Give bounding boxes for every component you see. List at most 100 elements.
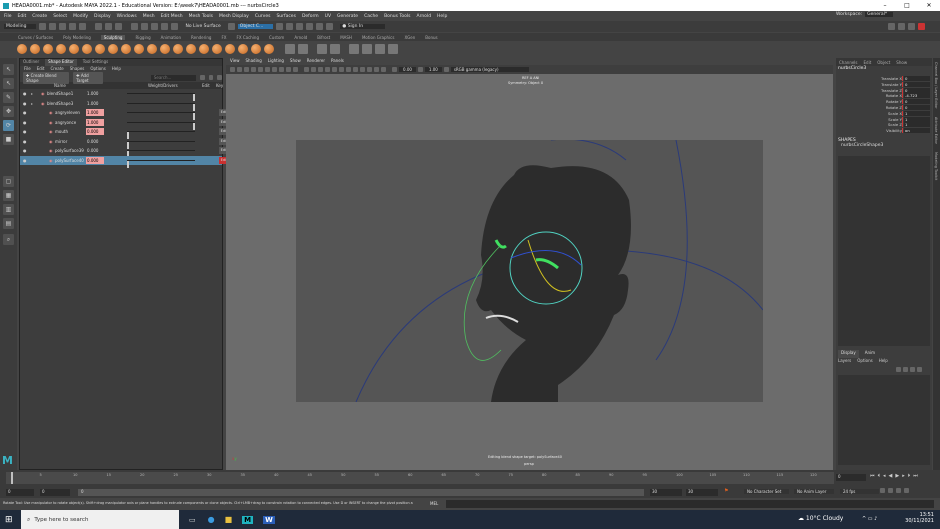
maya-taskbar-icon[interactable]: M	[242, 515, 254, 524]
undo-icon[interactable]	[69, 23, 77, 30]
blend-shape-row[interactable]: ● ◉ angryeleven 1.000 Edit	[20, 108, 237, 120]
end-time-field[interactable]: 30	[686, 489, 718, 496]
shelf-tab-arnold[interactable]: Arnold	[294, 35, 307, 40]
weight-field[interactable]: 0.000	[86, 137, 104, 145]
isolate-select-icon[interactable]	[367, 67, 372, 72]
render-icon[interactable]	[276, 23, 284, 30]
refresh-icon[interactable]	[208, 75, 214, 80]
channel-tab-show[interactable]: Show	[896, 60, 907, 65]
shadows-icon[interactable]	[339, 67, 344, 72]
shelf-tab-rigging[interactable]: Rigging	[135, 35, 150, 40]
bookmark-icon[interactable]	[244, 67, 249, 72]
sign-in-dropdown[interactable]: ● Sign In	[340, 24, 386, 29]
anim-layer-dropdown[interactable]: No Anim Layer	[794, 489, 835, 494]
snap-point-icon[interactable]	[151, 23, 159, 30]
menu-uv[interactable]: UV	[325, 14, 331, 19]
shelf-tab-rendering[interactable]: Rendering	[191, 35, 211, 40]
taskbar-search[interactable]: ⌕ Type here to search	[21, 510, 179, 529]
menu-edit-mesh[interactable]: Edit Mesh	[161, 14, 183, 19]
blend-shape-icon[interactable]	[317, 44, 327, 54]
shelf-tab-animation[interactable]: Animation	[161, 35, 181, 40]
weight-field[interactable]: 0.000	[86, 156, 104, 164]
channel-attr-value[interactable]: 0	[904, 76, 930, 81]
play-forward-icon[interactable]: ▶	[895, 473, 899, 479]
channel-tab-channels[interactable]: Channels	[839, 60, 858, 65]
hypershade-icon[interactable]	[306, 23, 314, 30]
channel-attr-value[interactable]: 0	[904, 87, 930, 93]
select-object-icon[interactable]	[105, 23, 113, 30]
new-layer-selected-icon[interactable]	[917, 367, 922, 372]
snap-view-icon[interactable]	[161, 23, 169, 30]
smooth-brush-icon[interactable]	[30, 44, 40, 54]
workspace-value[interactable]: General*	[865, 12, 894, 17]
attribute-editor-icon[interactable]	[898, 23, 905, 30]
layer-icon[interactable]	[362, 44, 372, 54]
lasso-tool-icon[interactable]: ↖	[3, 78, 14, 89]
timeline-track[interactable]: 5 10 15 20 25 30 35 40 45 50 55 60 65 70 75 80 85 90 95 100…	[6, 472, 834, 484]
field-chart-icon[interactable]	[286, 67, 291, 72]
menu-arnold[interactable]: Arnold	[416, 14, 431, 19]
tab-attribute-editor[interactable]: Attribute Editor	[934, 117, 938, 144]
slider-handle[interactable]	[127, 160, 129, 168]
imprint-brush-icon[interactable]	[134, 44, 144, 54]
menu-create[interactable]: Create	[32, 14, 47, 19]
weight-slider[interactable]	[127, 131, 195, 139]
weight-slider[interactable]	[127, 93, 195, 101]
symmetry-icon[interactable]	[227, 23, 235, 30]
smooth-shade-icon[interactable]	[311, 67, 316, 72]
blend-shape-row[interactable]: ● ◉ polySurface39 0.000 Edit	[20, 146, 229, 158]
four-view-icon[interactable]: ▦	[3, 190, 14, 201]
colorspace-dropdown[interactable]: sRGB gamma (legacy)	[450, 67, 529, 72]
step-back-key-icon[interactable]: ◂	[883, 473, 886, 479]
go-to-end-icon[interactable]: ⏭	[913, 473, 918, 479]
shelf-tab-xgen[interactable]: XGen	[404, 35, 415, 40]
gamma-icon[interactable]	[417, 67, 423, 72]
convert-to-frozen-icon[interactable]	[285, 44, 295, 54]
create-blend-shape-button[interactable]: ✚ Create Blend Shape	[23, 71, 70, 84]
play-back-icon[interactable]: ◀	[889, 473, 893, 479]
relax-brush-icon[interactable]	[43, 44, 53, 54]
motion-blur-icon[interactable]	[353, 67, 358, 72]
viewport-menu-lighting[interactable]: Lighting	[268, 58, 284, 65]
weight-slider[interactable]	[127, 121, 195, 130]
new-scene-icon[interactable]	[39, 23, 47, 30]
weight-slider[interactable]	[127, 140, 195, 149]
shelf-tab-fx-caching[interactable]: FX Caching	[237, 35, 259, 40]
menu-select[interactable]: Select	[53, 14, 67, 19]
stencil-icon[interactable]	[388, 44, 398, 54]
weight-field[interactable]: 1.000	[86, 99, 104, 107]
redo-icon[interactable]	[79, 23, 87, 30]
channel-attr-value[interactable]: -4.723	[904, 93, 930, 99]
fps-dropdown[interactable]: 24 fps	[840, 489, 880, 494]
weather-widget[interactable]: ☁ 10°C Cloudy	[798, 515, 843, 522]
camera-attr-icon[interactable]	[237, 67, 242, 72]
single-view-icon[interactable]: ▢	[3, 176, 14, 187]
close-button[interactable]: ✕	[918, 0, 940, 11]
head-mesh[interactable]	[476, 165, 631, 402]
wax-brush-icon[interactable]	[147, 44, 157, 54]
channel-attr-row[interactable]: Visibility on	[836, 128, 932, 134]
resolution-gate-icon[interactable]	[272, 67, 277, 72]
weight-slider[interactable]	[127, 150, 195, 158]
menu-curves[interactable]: Curves	[255, 14, 271, 19]
tray-icons[interactable]: ^ ▭ ♪	[862, 516, 877, 522]
viewport-menu-renderer[interactable]: Renderer	[307, 58, 325, 65]
menu-edit[interactable]: Edit	[18, 14, 27, 19]
time-slider[interactable]: 5 10 15 20 25 30 35 40 45 50 55 60 65 70 75 80 85 90 95 100…	[0, 470, 940, 487]
scale-tool-icon[interactable]: ■	[3, 134, 14, 145]
viewport-menu-panels[interactable]: Panels	[331, 58, 344, 65]
xray-icon[interactable]	[374, 67, 379, 72]
select-hierarchy-icon[interactable]	[95, 23, 103, 30]
sculpt-brush-icon[interactable]	[17, 44, 27, 54]
fill-brush-icon[interactable]	[173, 44, 183, 54]
wireframe-on-shaded-icon[interactable]	[318, 67, 323, 72]
layer-down-icon[interactable]	[903, 367, 908, 372]
modeling-toolkit-icon[interactable]	[888, 23, 895, 30]
weight-field[interactable]: 1.000	[86, 90, 104, 97]
visibility-eye-icon[interactable]: ●	[23, 158, 28, 163]
expand-icon[interactable]: ▸	[31, 91, 33, 96]
paint-select-icon[interactable]: ✎	[3, 92, 14, 103]
exposure-icon[interactable]	[392, 67, 397, 72]
step-forward-key-icon[interactable]: ▸	[902, 473, 905, 479]
knife-brush-icon[interactable]	[186, 44, 196, 54]
